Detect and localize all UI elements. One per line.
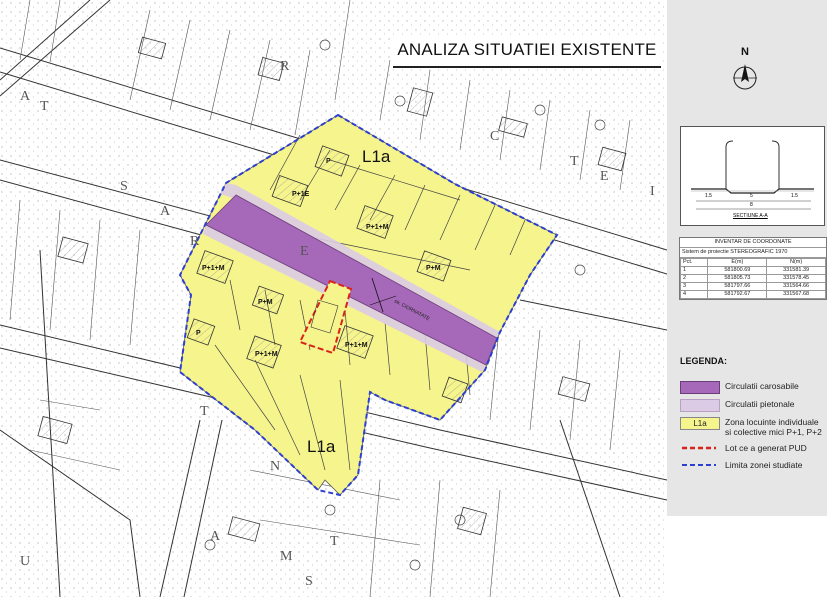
north-arrow: N xyxy=(725,46,765,96)
svg-text:E: E xyxy=(300,244,309,259)
svg-text:A: A xyxy=(20,89,31,104)
table-cell: 581797.66 xyxy=(707,282,768,291)
inventory-subtitle: Sistem de proiectie STEREOGRAFIC 1970 xyxy=(680,248,826,258)
building-label: P xyxy=(196,330,201,337)
legend-label: Circulatii carosabile xyxy=(725,381,799,391)
svg-text:A: A xyxy=(210,529,221,544)
zone-label-bottom: L1a xyxy=(307,437,336,456)
side-panel-footer xyxy=(667,516,827,597)
table-cell: 2 xyxy=(679,274,709,283)
legend: LEGENDA: Circulatii carosabile Circulati… xyxy=(680,356,825,470)
cross-section-diagram xyxy=(691,140,814,210)
legend-swatch xyxy=(680,399,720,412)
legend-swatch: L1a xyxy=(680,417,720,430)
svg-text:T: T xyxy=(330,534,339,549)
page-title: ANALIZA SITUATIEI EXISTENTE xyxy=(393,36,661,68)
svg-text:C: C xyxy=(490,129,499,144)
legend-label: si colective mici P+1, P+2 xyxy=(725,427,822,437)
svg-text:T: T xyxy=(40,99,49,114)
table-cell: 1 xyxy=(679,266,709,275)
table-header-row: Pct. E(m) N(m) xyxy=(679,258,826,267)
svg-text:I: I xyxy=(650,184,655,199)
cross-section: 1.5 5 1.5 8 SECTIUNE A-A xyxy=(680,126,825,226)
building-label: P+1E xyxy=(292,191,310,198)
building-label: P+M xyxy=(426,265,441,272)
svg-text:T: T xyxy=(570,154,579,169)
section-dim: 5 xyxy=(750,193,753,199)
cadastral-map: RCT EIT ASA REN ASM TTU L1a L1a P P+1E P… xyxy=(0,0,667,597)
north-arrow-icon xyxy=(733,64,757,90)
table-cell: 4 xyxy=(679,290,709,299)
table-row: 3 581797.66 331564.66 xyxy=(679,282,826,291)
building-label: P+1+M xyxy=(202,265,225,272)
table-cell: 331564.66 xyxy=(766,282,826,291)
zone-label-top: L1a xyxy=(362,147,391,166)
section-dim: 1.5 xyxy=(705,193,712,199)
legend-label: Zona locuinte individuale xyxy=(725,417,819,427)
svg-text:S: S xyxy=(120,179,128,194)
table-cell: 581800.69 xyxy=(707,266,768,275)
inventory-table: Pct. E(m) N(m) 1 581800.69 331581.39 2 5… xyxy=(679,258,826,299)
building-label: P+M xyxy=(258,299,273,306)
svg-text:T: T xyxy=(200,404,209,419)
section-title: SECTIUNE A-A xyxy=(733,213,768,219)
table-row: 2 581805.73 331578.45 xyxy=(679,274,826,283)
svg-text:N: N xyxy=(270,459,280,474)
table-cell: 331578.45 xyxy=(766,274,826,283)
svg-text:E: E xyxy=(600,169,609,184)
table-cell: 331567.68 xyxy=(766,290,826,299)
inventory-title: INVENTAR DE COORDONATE xyxy=(680,238,826,248)
table-cell: 581805.73 xyxy=(707,274,768,283)
table-header: Pct. xyxy=(679,258,709,267)
coordinate-inventory: INVENTAR DE COORDONATE Sistem de proiect… xyxy=(679,237,827,300)
table-row: 1 581800.69 331581.39 xyxy=(679,266,826,275)
building-label: P+1+M xyxy=(255,351,278,358)
table-cell: 331581.39 xyxy=(766,266,826,275)
section-dim: 1.5 xyxy=(791,193,798,199)
section-dim: 8 xyxy=(750,202,753,208)
building-label: P+1+M xyxy=(345,342,368,349)
legend-label: Circulatii pietonale xyxy=(725,399,795,409)
legend-label: Lot ce a generat PUD xyxy=(725,443,807,453)
building-label: P xyxy=(326,158,331,165)
svg-text:M: M xyxy=(280,549,293,564)
svg-text:R: R xyxy=(190,234,200,249)
table-cell: 581792.67 xyxy=(707,290,768,299)
north-label: N xyxy=(741,46,749,58)
svg-text:U: U xyxy=(20,554,30,569)
table-header: E(m) xyxy=(707,258,768,267)
legend-swatch xyxy=(680,381,720,394)
legend-swatch xyxy=(682,446,716,450)
svg-text:A: A xyxy=(160,204,171,219)
table-cell: 3 xyxy=(679,282,709,291)
legend-title: LEGENDA: xyxy=(680,356,727,366)
table-header: N(m) xyxy=(766,258,826,267)
legend-swatch xyxy=(682,464,716,466)
building-label: P+1+M xyxy=(366,224,389,231)
svg-text:S: S xyxy=(305,574,313,589)
svg-text:R: R xyxy=(280,59,290,74)
legend-label: Limita zonei studiate xyxy=(725,460,803,470)
table-row: 4 581792.67 331567.68 xyxy=(679,290,826,299)
